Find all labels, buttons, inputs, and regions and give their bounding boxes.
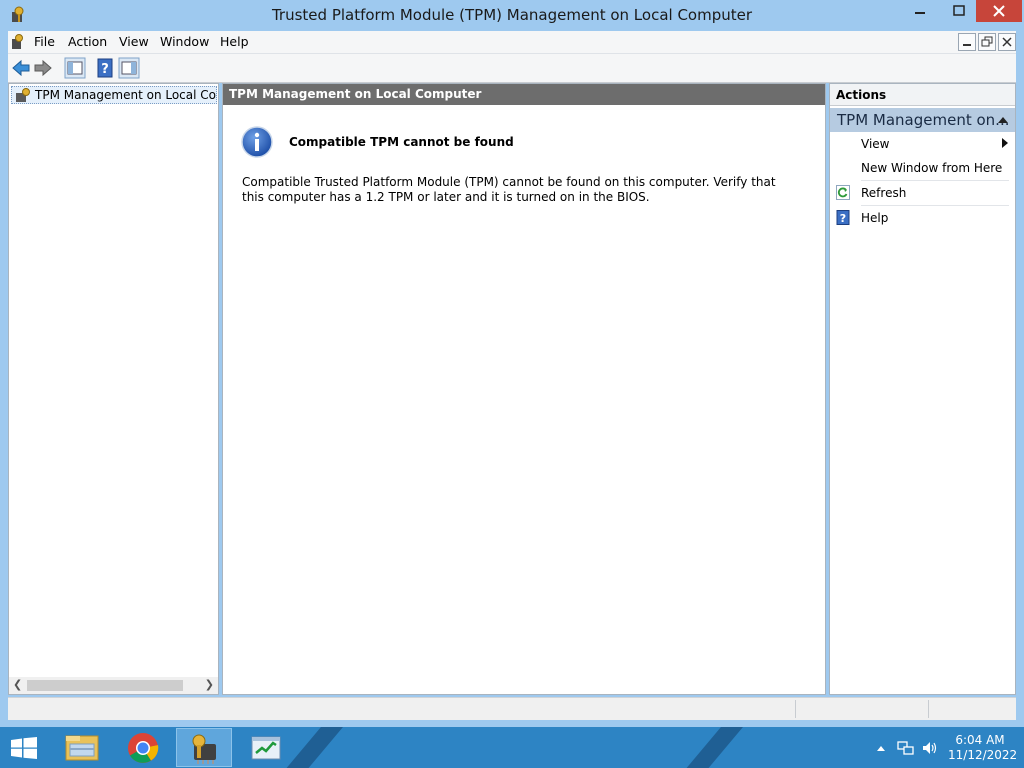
mdi-close-button[interactable] xyxy=(998,33,1016,51)
scroll-right-icon[interactable]: ❯ xyxy=(205,678,214,691)
submenu-arrow-icon xyxy=(1002,138,1008,148)
toolbar: ? xyxy=(8,54,1016,83)
actions-group-tpm-management[interactable]: TPM Management on... xyxy=(830,108,1015,132)
menu-bar: File Action View Window Help xyxy=(8,31,1016,54)
minimize-button[interactable] xyxy=(906,0,934,22)
horizontal-scrollbar[interactable]: ❮ ❯ xyxy=(9,677,218,694)
restore-icon xyxy=(981,36,993,47)
tree-item-label: TPM Management on Local Computer xyxy=(35,88,216,102)
actions-header: Actions xyxy=(830,84,1015,106)
file-explorer-icon xyxy=(65,735,99,761)
menu-help[interactable]: Help xyxy=(220,34,249,49)
minimize-icon xyxy=(963,44,971,46)
actions-pane: Actions TPM Management on... View New Wi… xyxy=(829,83,1016,695)
action-label: View xyxy=(861,137,890,151)
mmc-window: Trusted Platform Module (TPM) Management… xyxy=(0,0,1024,727)
scroll-thumb[interactable] xyxy=(27,680,183,691)
show-hidden-icons-icon[interactable] xyxy=(876,744,886,752)
clock-date: 11/12/2022 xyxy=(948,748,1018,762)
clock[interactable]: 6:04 AM 11/12/2022 xyxy=(948,733,1018,763)
volume-icon[interactable] xyxy=(921,740,939,756)
taskbar-chrome[interactable] xyxy=(115,728,171,767)
separator xyxy=(861,205,1009,206)
taskbar-file-explorer[interactable] xyxy=(54,728,110,767)
tpm-chip-key-icon xyxy=(16,88,30,102)
close-icon xyxy=(1002,37,1012,47)
task-manager-icon xyxy=(251,736,281,760)
maximize-button[interactable] xyxy=(942,0,976,22)
action-new-window-from-here[interactable]: New Window from Here xyxy=(830,157,1015,179)
action-label: Help xyxy=(861,211,889,225)
results-pane-header: TPM Management on Local Computer xyxy=(223,84,825,105)
action-refresh[interactable]: Refresh xyxy=(830,182,1015,204)
collapse-up-icon[interactable] xyxy=(997,108,1009,132)
taskbar: 6:04 AM 11/12/2022 xyxy=(0,727,1024,768)
notice-title: Compatible TPM cannot be found xyxy=(289,135,514,149)
network-icon[interactable] xyxy=(897,740,915,756)
refresh-icon xyxy=(836,185,850,200)
action-label: New Window from Here xyxy=(861,161,1003,175)
status-bar xyxy=(8,697,1016,720)
notice-body: Compatible Trusted Platform Module (TPM)… xyxy=(242,175,776,204)
tpm-management-icon xyxy=(192,734,216,764)
taskbar-decoration xyxy=(670,727,752,768)
status-bar-divider xyxy=(795,700,796,718)
menu-view[interactable]: View xyxy=(119,34,149,49)
help-icon[interactable]: ? xyxy=(94,57,116,79)
tree-item-tpm-management[interactable]: TPM Management on Local Computer xyxy=(11,86,217,104)
title-bar[interactable]: Trusted Platform Module (TPM) Management… xyxy=(0,0,1024,31)
scroll-left-icon[interactable]: ❮ xyxy=(13,678,22,691)
help-icon: ? xyxy=(836,210,850,225)
tpm-chip-key-icon[interactable] xyxy=(11,34,25,50)
mdi-restore-button[interactable] xyxy=(978,33,996,51)
show-hide-console-tree-icon[interactable] xyxy=(64,57,86,79)
action-help[interactable]: ? Help xyxy=(830,207,1015,229)
svg-text:?: ? xyxy=(101,62,109,77)
console-tree-pane: TPM Management on Local Computer ❮ ❯ xyxy=(8,83,219,695)
info-icon xyxy=(241,126,273,158)
minimize-icon xyxy=(915,12,925,14)
action-view[interactable]: View xyxy=(830,133,1015,155)
close-icon xyxy=(993,5,1005,17)
action-label: Refresh xyxy=(861,186,907,200)
maximize-icon xyxy=(953,5,965,16)
taskbar-task-manager[interactable] xyxy=(238,728,294,767)
menu-window[interactable]: Window xyxy=(160,34,209,49)
forward-arrow-icon[interactable] xyxy=(32,57,54,79)
mdi-minimize-button[interactable] xyxy=(958,33,976,51)
menu-file[interactable]: File xyxy=(34,34,55,49)
status-bar-divider xyxy=(928,700,929,718)
menu-action[interactable]: Action xyxy=(68,34,107,49)
svg-text:?: ? xyxy=(840,212,846,225)
close-button[interactable] xyxy=(976,0,1022,22)
window-title: Trusted Platform Module (TPM) Management… xyxy=(271,6,753,24)
clock-time: 6:04 AM xyxy=(955,733,1005,747)
taskbar-tpm-management[interactable] xyxy=(176,728,232,767)
results-pane: TPM Management on Local Computer Compati… xyxy=(222,83,826,695)
chrome-icon xyxy=(128,733,159,763)
actions-group-label: TPM Management on... xyxy=(837,111,1010,129)
show-hide-action-pane-icon[interactable] xyxy=(118,57,140,79)
back-arrow-icon[interactable] xyxy=(10,57,32,79)
separator xyxy=(861,180,1009,181)
windows-start-icon[interactable] xyxy=(10,737,38,759)
